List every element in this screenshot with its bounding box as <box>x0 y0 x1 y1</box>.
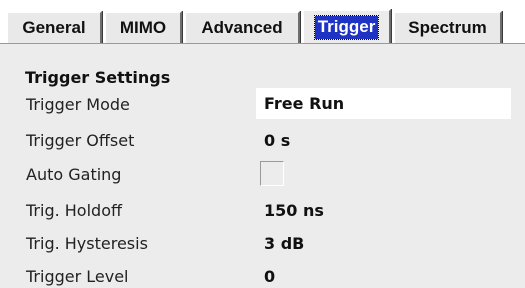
section-title: Trigger Settings <box>25 68 171 87</box>
trigger-offset-label: Trigger Offset <box>26 131 135 150</box>
trigger-mode-label: Trigger Mode <box>26 95 130 114</box>
tab-bar: General MIMO Advanced Trigger Spectrum <box>0 0 525 44</box>
tab-spectrum[interactable]: Spectrum <box>393 11 502 43</box>
tab-advanced[interactable]: Advanced <box>184 11 300 43</box>
trig-holdoff-value[interactable]: 150 ns <box>264 201 324 220</box>
trigger-offset-value[interactable]: 0 s <box>264 131 290 150</box>
auto-gating-checkbox[interactable] <box>260 161 284 186</box>
trigger-offset-row: Trigger Offset 0 s <box>0 124 525 158</box>
auto-gating-row: Auto Gating <box>0 158 525 192</box>
tab-mimo[interactable]: MIMO <box>104 11 182 43</box>
trig-hysteresis-value[interactable]: 3 dB <box>264 234 304 253</box>
tab-spectrum-label: Spectrum <box>408 18 487 37</box>
trigger-level-row: Trigger Level 0 <box>0 260 525 288</box>
tab-trigger-label: Trigger <box>313 15 380 40</box>
trig-holdoff-label: Trig. Holdoff <box>26 201 123 220</box>
tab-general-label: General <box>22 18 86 37</box>
trigger-mode-row: Trigger Mode Free Run <box>0 88 525 122</box>
tab-general[interactable]: General <box>6 11 102 43</box>
trigger-level-value[interactable]: 0 <box>264 267 275 286</box>
trigger-mode-select[interactable]: Free Run <box>256 88 511 119</box>
trigger-panel: Trigger Settings Trigger Mode Free Run T… <box>0 44 525 288</box>
trigger-level-label: Trigger Level <box>26 267 129 286</box>
trigger-mode-value: Free Run <box>264 94 345 113</box>
trigger-settings-dialog: General MIMO Advanced Trigger Spectrum T… <box>0 0 525 288</box>
tab-trigger[interactable]: Trigger <box>302 9 391 44</box>
trig-holdoff-row: Trig. Holdoff 150 ns <box>0 194 525 228</box>
trig-hysteresis-label: Trig. Hysteresis <box>26 234 148 253</box>
trig-hysteresis-row: Trig. Hysteresis 3 dB <box>0 227 525 261</box>
tab-advanced-label: Advanced <box>201 18 283 37</box>
tab-mimo-label: MIMO <box>119 18 167 37</box>
auto-gating-label: Auto Gating <box>26 165 122 184</box>
